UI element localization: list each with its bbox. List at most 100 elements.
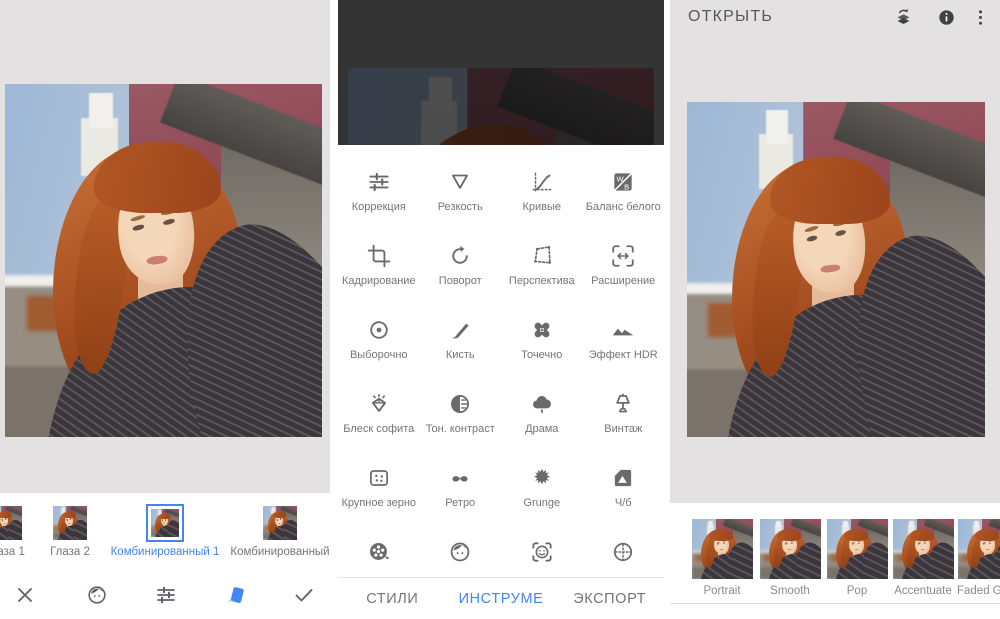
tool-item-retro[interactable]: Ретро xyxy=(420,446,502,520)
portrait-face-icon[interactable] xyxy=(85,583,109,607)
crop-icon xyxy=(366,243,392,269)
tool-item-selective[interactable]: Выборочно xyxy=(338,298,420,372)
lens-circle-icon xyxy=(610,539,636,565)
tune-icon xyxy=(366,169,392,195)
style-filter-label: Accentuate xyxy=(894,585,952,597)
tool-label: Поворот xyxy=(439,275,482,288)
tool-item-curves[interactable]: Кривые xyxy=(501,150,583,224)
tool-item-hdr[interactable]: Эффект HDR xyxy=(583,298,665,372)
snapseed-screens: Глаза 1Глаза 2Комбинированный 1Комбиниро… xyxy=(0,0,1000,619)
tool-item-perspective[interactable]: Перспектива xyxy=(501,224,583,298)
tool-label: Коррекция xyxy=(352,201,406,214)
face-filter-thumb[interactable] xyxy=(263,506,297,540)
style-filter-label: Portrait xyxy=(703,585,740,597)
tool-label: Резкость xyxy=(438,201,483,214)
editing-canvas-photo[interactable] xyxy=(687,102,985,437)
tool-label: Винтаж xyxy=(604,423,642,436)
hdr-icon xyxy=(610,317,636,343)
overflow-menu-icon[interactable] xyxy=(970,7,991,28)
style-filter-label: Smooth xyxy=(770,585,810,597)
tool-item-tune[interactable]: Коррекция xyxy=(338,150,420,224)
curves-icon xyxy=(529,169,555,195)
portrait-photo xyxy=(687,102,985,437)
tool-item-tonal-contrast[interactable]: Тон. контраст xyxy=(420,372,502,446)
style-filter-thumb[interactable] xyxy=(760,519,821,579)
tool-item-crop[interactable]: Кадрирование xyxy=(338,224,420,298)
left-screen-face-filters: Глаза 1Глаза 2Комбинированный 1Комбиниро… xyxy=(0,0,330,619)
tool-item-lens-circle[interactable] xyxy=(583,520,665,577)
tool-label: Баланс белого xyxy=(586,201,661,214)
tab-экспорт[interactable]: ЭКСПОРТ xyxy=(555,578,664,619)
vintage-icon xyxy=(610,391,636,417)
face-filter-thumb[interactable] xyxy=(146,504,184,542)
style-filter-thumb[interactable] xyxy=(827,519,888,579)
tool-item-sharpen[interactable]: Резкость xyxy=(420,150,502,224)
tool-item-face-scan[interactable] xyxy=(501,520,583,577)
tools-grid: Коррекция Резкость Кривые WB Баланс белого Ка… xyxy=(338,150,664,577)
tool-item-vintage[interactable]: Винтаж xyxy=(583,372,665,446)
style-filter-thumb[interactable] xyxy=(692,519,753,579)
bw-icon xyxy=(610,465,636,491)
perspective-icon xyxy=(529,243,555,269)
portrait-face-icon xyxy=(447,539,473,565)
grunge-icon xyxy=(529,465,555,491)
filters-card-icon[interactable] xyxy=(224,583,248,607)
open-button[interactable]: ОТКРЫТЬ xyxy=(688,8,773,26)
tool-item-white-balance[interactable]: WB Баланс белого xyxy=(583,150,665,224)
glamour-glow-icon xyxy=(366,391,392,417)
tool-item-bw[interactable]: Ч/б xyxy=(583,446,665,520)
face-filter-label: Комбинированный xyxy=(230,546,329,558)
tune-icon[interactable] xyxy=(154,583,178,607)
svg-text:B: B xyxy=(624,183,629,192)
bottom-tab-bar: СТИЛИИНСТРУМЕЭКСПОРТ xyxy=(338,577,664,619)
tool-item-grainy-film[interactable]: Крупное зерно xyxy=(338,446,420,520)
tool-label: Выборочно xyxy=(350,349,408,362)
drama-icon xyxy=(529,391,555,417)
tool-label: Крупное зерно xyxy=(341,497,416,510)
white-balance-icon: WB xyxy=(610,169,636,195)
tool-item-portrait-face[interactable] xyxy=(420,520,502,577)
check-icon[interactable] xyxy=(292,583,316,607)
dim-overlay xyxy=(348,68,654,145)
film-reel-icon xyxy=(366,539,392,565)
face-scan-icon xyxy=(529,539,555,565)
face-filter-label: Глаза 2 xyxy=(50,546,90,558)
tool-item-glamour-glow[interactable]: Блеск софита xyxy=(338,372,420,446)
tab-инструме[interactable]: ИНСТРУМЕ xyxy=(447,578,556,619)
tool-item-drama[interactable]: Драма xyxy=(501,372,583,446)
tool-label: Эффект HDR xyxy=(589,349,658,362)
tool-label: Ретро xyxy=(445,497,475,510)
tab-стили[interactable]: СТИЛИ xyxy=(338,578,447,619)
dimmed-photo-strip xyxy=(348,68,654,145)
grainy-film-icon xyxy=(366,465,392,491)
style-filter-thumb[interactable] xyxy=(893,519,954,579)
tool-label: Блеск софита xyxy=(343,423,414,436)
close-icon[interactable] xyxy=(13,583,37,607)
healing-icon xyxy=(529,317,555,343)
tool-item-film-reel[interactable] xyxy=(338,520,420,577)
expand-icon xyxy=(610,243,636,269)
tool-item-rotate[interactable]: Поворот xyxy=(420,224,502,298)
editing-canvas-photo[interactable] xyxy=(5,84,322,437)
style-filter-label: Faded Glow xyxy=(957,585,1000,597)
tool-label: Драма xyxy=(525,423,558,436)
sharpen-icon xyxy=(447,169,473,195)
style-filter-thumb[interactable] xyxy=(958,519,1000,579)
tool-label: Кривые xyxy=(522,201,561,214)
middle-screen-tools-sheet: Коррекция Резкость Кривые WB Баланс белого Ка… xyxy=(338,0,664,619)
tool-label: Кисть xyxy=(446,349,475,362)
tool-label: Grunge xyxy=(523,497,560,510)
edit-history-stack-icon[interactable] xyxy=(893,7,914,28)
tool-item-healing[interactable]: Точечно xyxy=(501,298,583,372)
tool-item-brush[interactable]: Кисть xyxy=(420,298,502,372)
top-app-bar: ОТКРЫТЬ xyxy=(670,0,1000,36)
tools-sheet: Коррекция Резкость Кривые WB Баланс белого Ка… xyxy=(338,145,664,577)
face-filter-thumb[interactable] xyxy=(53,506,87,540)
rotate-icon xyxy=(447,243,473,269)
tool-item-expand[interactable]: Расширение xyxy=(583,224,665,298)
face-filter-thumb[interactable] xyxy=(0,506,22,540)
info-icon[interactable] xyxy=(936,7,957,28)
style-filter-label: Pop xyxy=(847,585,867,597)
right-screen-styles: ОТКРЫТЬ Portrait Smooth Pop Accentuate Faded… xyxy=(670,0,1000,619)
tool-item-grunge[interactable]: Grunge xyxy=(501,446,583,520)
